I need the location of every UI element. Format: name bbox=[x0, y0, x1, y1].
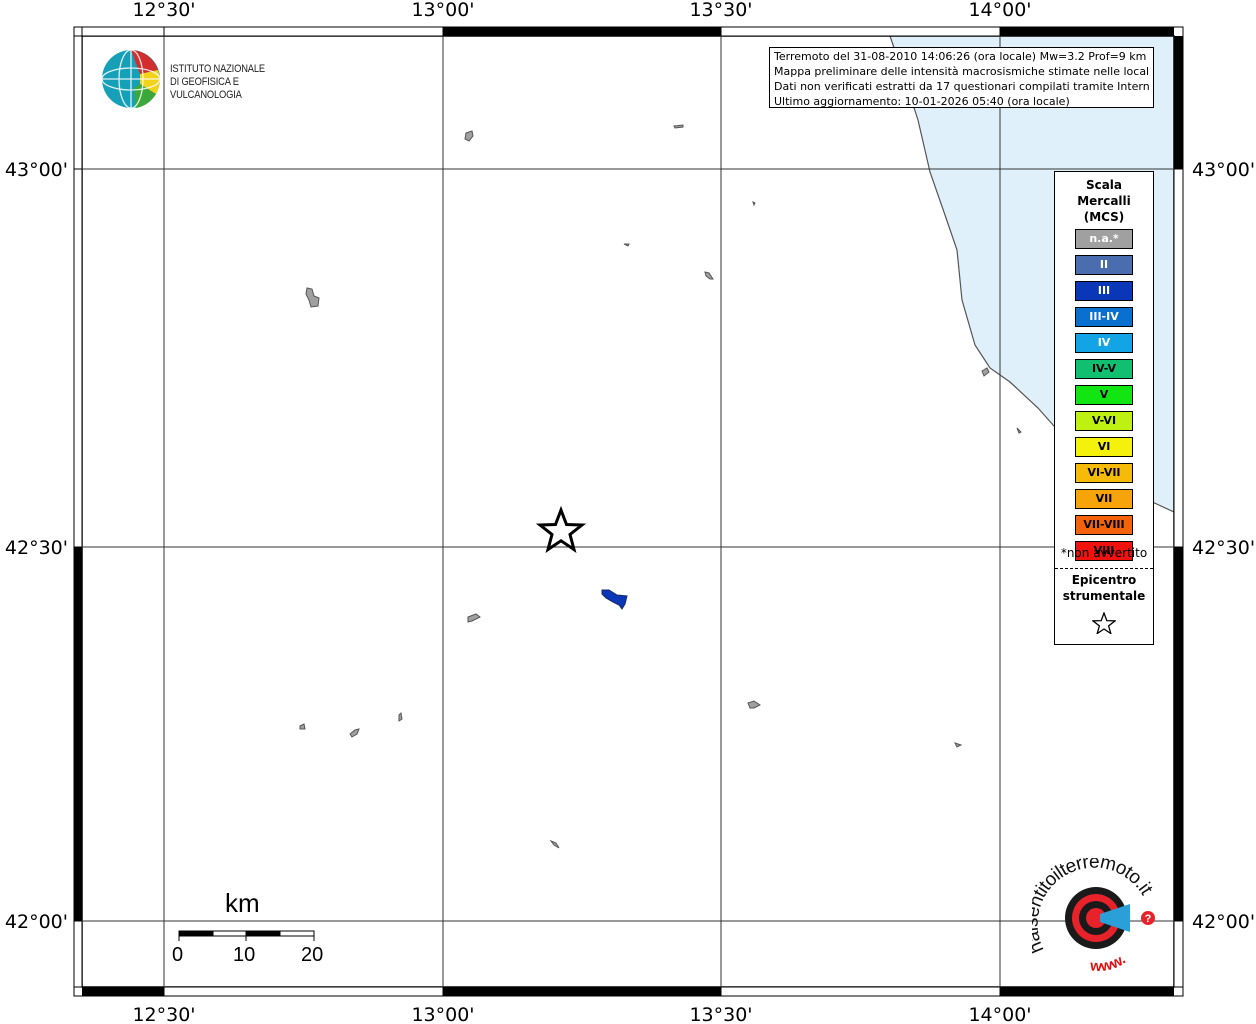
mcs-legend: Scala Mercalli (MCS) n.a.* II III III-IV IV I… bbox=[1054, 171, 1154, 645]
lon-label-top: 14°00' bbox=[968, 0, 1031, 21]
event-info-line: Ultimo aggiornamento: 10-01-2026 05:40 (… bbox=[774, 95, 1070, 108]
event-info-line: Mappa preliminare delle intensità macros… bbox=[774, 65, 1149, 78]
logo-www-text: www. bbox=[1089, 951, 1129, 975]
legend-item-intensity: V-VI bbox=[1075, 411, 1133, 431]
scale-tick-label: 20 bbox=[301, 944, 324, 966]
event-info-box: Terremoto del 31-08-2010 14:06:26 (ora l… bbox=[769, 47, 1154, 108]
legend-item-intensity: VII-VIII bbox=[1075, 515, 1133, 535]
legend-item-intensity: V bbox=[1075, 385, 1133, 405]
question-mark-icon: ? bbox=[1145, 913, 1152, 925]
epicenter-star-icon bbox=[535, 505, 587, 553]
legend-epicenter-line: strumentale bbox=[1062, 589, 1146, 603]
longitude-labels: 12°30' 13°00' 13°30' 14°00' 12°30' 13°00… bbox=[132, 0, 1031, 1024]
legend-item-intensity: n.a.* bbox=[1075, 229, 1133, 249]
lon-label-top: 13°00' bbox=[411, 0, 474, 21]
hai-sentito-il-terremoto-logo: haisentitoilterremoto.it www. ? bbox=[1022, 852, 1162, 976]
legend-title-line: (MCS) bbox=[1083, 210, 1125, 224]
lat-label-right: 42°30' bbox=[1192, 537, 1255, 559]
lat-label-left: 43°00' bbox=[5, 159, 68, 181]
lat-label-right: 42°00' bbox=[1192, 911, 1255, 933]
event-info-line: Dati non verificati estratti da 17 quest… bbox=[774, 80, 1149, 93]
scale-unit-label: km bbox=[225, 888, 260, 918]
legend-item-intensity: VI bbox=[1075, 437, 1133, 457]
legend-title-line: Scala bbox=[1085, 178, 1123, 192]
legend-divider bbox=[1055, 568, 1153, 569]
legend-title-line: Mercalli bbox=[1077, 194, 1131, 208]
ingv-logo: ISTITUTO NAZIONALE DI GEOFISICA E VULCAN… bbox=[100, 48, 330, 110]
lon-label-top: 12°30' bbox=[132, 0, 195, 21]
scale-bar bbox=[178, 930, 315, 941]
lat-label-left: 42°00' bbox=[5, 911, 68, 933]
legend-item-intensity: IV-V bbox=[1075, 359, 1133, 379]
legend-item-intensity: II bbox=[1075, 255, 1133, 275]
legend-item-intensity: IV bbox=[1075, 333, 1133, 353]
lon-label-bottom: 14°00' bbox=[968, 1004, 1031, 1024]
lon-label-top: 13°30' bbox=[689, 0, 752, 21]
legend-item-intensity: III-IV bbox=[1075, 307, 1133, 327]
lon-label-bottom: 13°30' bbox=[689, 1004, 752, 1024]
lon-label-bottom: 12°30' bbox=[132, 1004, 195, 1024]
legend-epicenter-line: Epicentro bbox=[1071, 573, 1137, 587]
institute-name-line1: ISTITUTO NAZIONALE bbox=[170, 63, 265, 75]
star-icon bbox=[1092, 612, 1116, 634]
legend-item-intensity: VII bbox=[1075, 489, 1133, 509]
scale-tick-label: 10 bbox=[233, 944, 256, 966]
lon-label-bottom: 13°00' bbox=[411, 1004, 474, 1024]
logo-graphic: haisentitoilterremoto.it www. ? bbox=[1022, 852, 1158, 976]
legend-epicenter-label: Epicentro strumentale bbox=[1055, 572, 1153, 604]
locality-intensity-iii bbox=[601, 589, 628, 610]
svg-text:www.: www. bbox=[1089, 951, 1129, 975]
scale-tick-label: 0 bbox=[172, 944, 184, 966]
globe-icon bbox=[101, 49, 161, 109]
localities-na bbox=[299, 124, 1022, 849]
legend-note: *non avvertito bbox=[1060, 546, 1148, 560]
lat-label-right: 43°00' bbox=[1192, 159, 1255, 181]
institute-name-line2: DI GEOFISICA E VULCANOLOGIA bbox=[170, 76, 242, 101]
legend-item-intensity: VI-VII bbox=[1075, 463, 1133, 483]
lat-label-left: 42°30' bbox=[5, 537, 68, 559]
event-info-line: Terremoto del 31-08-2010 14:06:26 (ora l… bbox=[774, 50, 1147, 63]
legend-items: n.a.* II III III-IV IV IV-V V V-VI VI VI-VII VII VI… bbox=[1075, 229, 1133, 567]
legend-item-intensity: III bbox=[1075, 281, 1133, 301]
legend-title: Scala Mercalli (MCS) bbox=[1055, 177, 1153, 225]
